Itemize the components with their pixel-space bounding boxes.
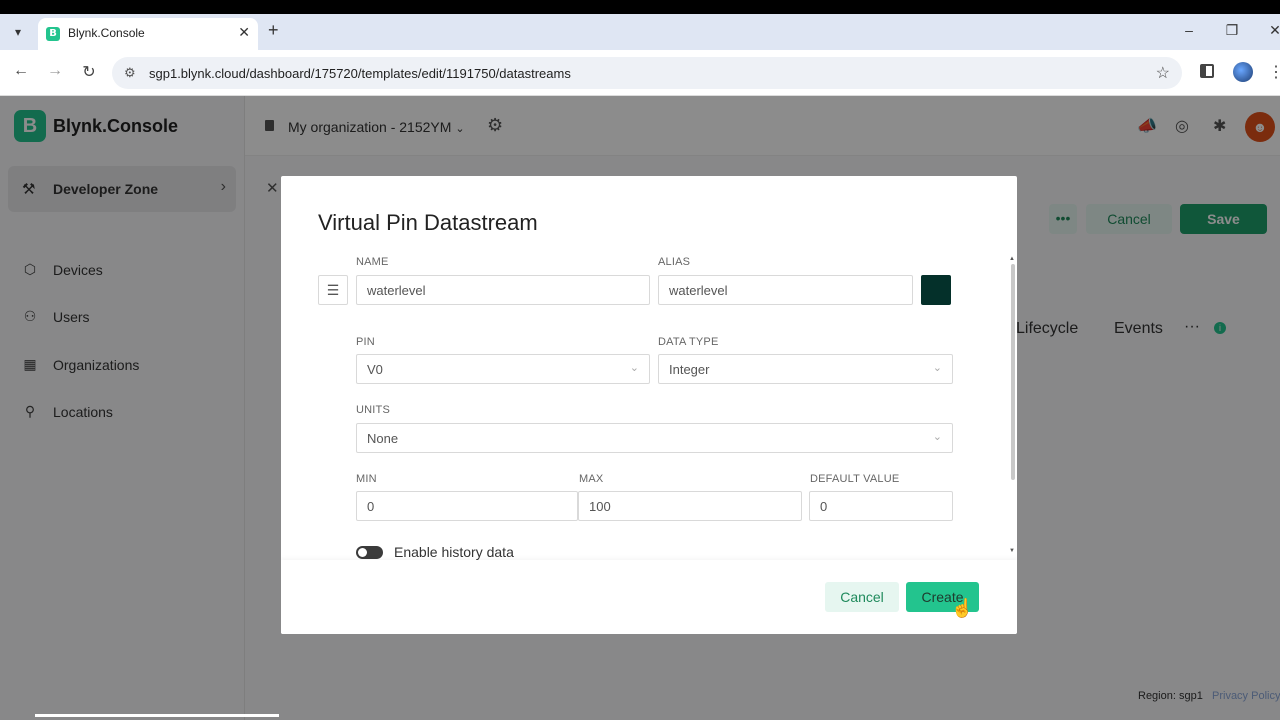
- restore-icon[interactable]: ❐: [1222, 22, 1242, 39]
- units-select[interactable]: None ⌄: [356, 423, 953, 453]
- alias-value: waterlevel: [669, 283, 728, 298]
- window-close-icon[interactable]: ✕: [1265, 22, 1280, 39]
- datastream-modal: Virtual Pin Datastream ☰ NAME waterlevel…: [281, 176, 1017, 634]
- alias-label: ALIAS: [658, 256, 691, 268]
- name-input[interactable]: waterlevel: [356, 275, 650, 305]
- blynk-favicon-icon: B: [46, 27, 60, 41]
- tab-search-icon[interactable]: ▾: [8, 22, 28, 42]
- modal-scrollbar[interactable]: [1011, 264, 1015, 480]
- max-value: 100: [589, 499, 611, 514]
- reload-icon[interactable]: ↻: [78, 62, 100, 82]
- profile-avatar[interactable]: [1233, 62, 1253, 82]
- max-label: MAX: [579, 473, 604, 485]
- chevron-down-icon: ⌄: [932, 362, 942, 374]
- browser-tabstrip: ▾ B Blynk.Console ✕ + – ❐ ✕: [0, 14, 1280, 50]
- scroll-up-icon[interactable]: ▲: [1009, 256, 1015, 262]
- forward-icon[interactable]: →: [44, 62, 66, 80]
- pin-label: PIN: [356, 336, 375, 348]
- data-type-value: Integer: [669, 362, 710, 377]
- bookmark-star-icon[interactable]: ☆: [1156, 63, 1170, 83]
- scroll-down-icon[interactable]: ▼: [1009, 548, 1015, 554]
- side-panel-icon[interactable]: [1200, 64, 1214, 78]
- alias-input[interactable]: waterlevel: [658, 275, 913, 305]
- browser-toolbar: ← → ↻ ⚙ sgp1.blynk.cloud/dashboard/17572…: [0, 50, 1280, 96]
- history-label: Enable history data: [394, 544, 514, 560]
- modal-title: Virtual Pin Datastream: [318, 210, 538, 235]
- color-picker[interactable]: [921, 275, 951, 305]
- units-label: UNITS: [356, 404, 390, 416]
- site-info-icon[interactable]: ⚙: [124, 65, 136, 81]
- back-icon[interactable]: ←: [10, 62, 32, 80]
- url-text[interactable]: sgp1.blynk.cloud/dashboard/175720/templa…: [149, 66, 571, 81]
- hand-cursor-icon: ☝: [951, 598, 974, 618]
- min-label: MIN: [356, 473, 377, 485]
- browser-menu-icon[interactable]: ⋮: [1268, 62, 1280, 82]
- min-value: 0: [367, 499, 375, 514]
- tab-close-icon[interactable]: ✕: [238, 24, 250, 41]
- new-tab-icon[interactable]: +: [268, 20, 279, 41]
- browser-tab[interactable]: B Blynk.Console ✕: [38, 18, 258, 50]
- pin-value: V0: [367, 362, 383, 377]
- sliders-icon[interactable]: ☰: [318, 275, 348, 305]
- default-value-input[interactable]: 0: [809, 491, 953, 521]
- name-label: NAME: [356, 256, 389, 268]
- data-type-label: DATA TYPE: [658, 336, 719, 348]
- max-input[interactable]: 100: [578, 491, 802, 521]
- chevron-down-icon: ⌄: [932, 431, 942, 443]
- default-value-label: DEFAULT VALUE: [810, 473, 900, 485]
- taskbar-indicator: [35, 714, 279, 717]
- pin-select[interactable]: V0 ⌄: [356, 354, 650, 384]
- history-toggle[interactable]: [356, 546, 383, 559]
- chevron-down-icon: ⌄: [629, 362, 639, 374]
- modal-footer: Cancel Create: [281, 560, 1017, 634]
- minimize-icon[interactable]: –: [1179, 22, 1199, 38]
- tab-title: Blynk.Console: [68, 26, 145, 40]
- units-value: None: [367, 431, 399, 446]
- address-bar[interactable]: ⚙ sgp1.blynk.cloud/dashboard/175720/temp…: [112, 57, 1182, 89]
- screen-top-bar: [0, 0, 1280, 14]
- min-input[interactable]: 0: [356, 491, 578, 521]
- data-type-select[interactable]: Integer ⌄: [658, 354, 953, 384]
- name-value: waterlevel: [367, 283, 426, 298]
- default-value: 0: [820, 499, 828, 514]
- cancel-button[interactable]: Cancel: [825, 582, 899, 612]
